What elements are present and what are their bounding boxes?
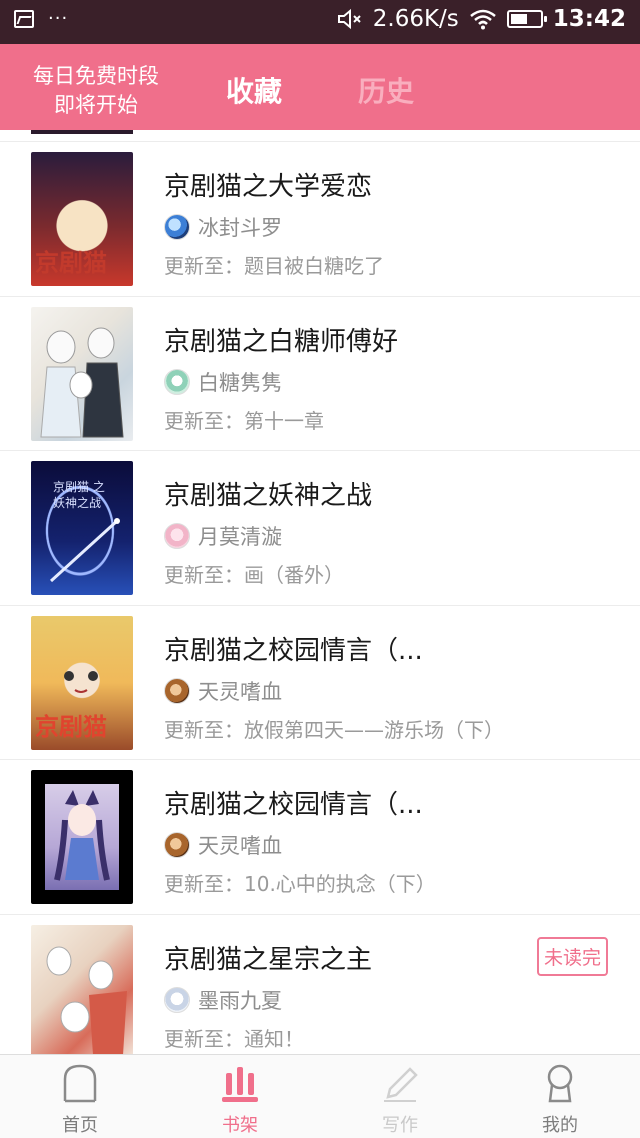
latest-update: 更新至：第十一章 [164, 408, 324, 433]
latest-update: 更新至：放假第四天——游乐场（下） [164, 717, 504, 742]
author-avatar [164, 368, 190, 395]
latest-update: 更新至：题目被白糖吃了 [164, 254, 384, 278]
promo-line-2: 即将开始 [54, 93, 138, 117]
book-cover: 京剧猫 [31, 615, 133, 750]
author-name: 月莫清漩 [198, 525, 282, 549]
list-item[interactable]: 京剧猫 京剧猫之大学爱恋 冰封斗罗 更新至：题目被白糖吃了 [0, 142, 640, 297]
network-speed: 2.66K/s [372, 6, 459, 32]
status-right: 2.66K/s 13:42 [337, 6, 626, 32]
nav-home-label: 首页 [62, 1115, 98, 1136]
unread-badge: 未读完 [536, 936, 608, 976]
nav-bookshelf[interactable]: 书架 [160, 1055, 320, 1138]
cover-title: 京剧猫 [35, 712, 107, 741]
nav-mine[interactable]: 我的 [480, 1055, 640, 1138]
status-left: ··· [14, 10, 68, 28]
cover-illustration [40, 327, 124, 437]
author-name: 白糖隽隽 [198, 370, 282, 395]
list-item[interactable]: 京剧猫之白糖师傅好 白糖隽隽 更新至：第十一章 [0, 297, 640, 451]
mute-icon [337, 8, 361, 30]
book-title: 京剧猫之白糖师傅好 [164, 326, 399, 357]
author-avatar [164, 523, 190, 549]
list-item-partial[interactable] [0, 130, 640, 142]
list-item[interactable]: 京剧猫之星宗之主 未读完 墨雨九夏 更新至：通知！ [0, 915, 640, 1054]
home-icon [63, 1064, 97, 1103]
nav-mine-label: 我的 [542, 1115, 578, 1136]
status-bar: ··· 2.66K/s 13:42 [0, 0, 640, 44]
clock: 13:42 [552, 6, 626, 32]
list-item[interactable]: 京剧猫 之 妖神之战 京剧猫之妖神之战 月莫清漩 更新至：画（番外） [0, 451, 640, 606]
cover-illustration [45, 784, 119, 890]
book-title: 京剧猫之星宗之主 [164, 944, 373, 975]
wifi-icon [469, 9, 496, 30]
book-cover: 京剧猫 [31, 152, 133, 286]
latest-update: 更新至：通知！ [164, 1026, 304, 1051]
author-row: 天灵嗜血 [164, 676, 282, 706]
pen-icon [384, 1067, 418, 1102]
free-time-promo[interactable]: 每日免费时段 即将开始 [22, 62, 170, 120]
more-notifications-icon: ··· [48, 8, 69, 29]
author-name: 墨雨九夏 [198, 988, 282, 1013]
latest-update: 更新至：10.心中的执念（下） [164, 872, 436, 896]
favorites-list: 京剧猫 京剧猫之大学爱恋 冰封斗罗 更新至：题目被白糖吃了 京剧猫之白糖师傅好 … [0, 130, 640, 1054]
cover-title: 京剧猫 [35, 249, 107, 277]
author-avatar [164, 677, 190, 704]
book-title: 京剧猫之大学爱恋 [164, 172, 373, 202]
book-title: 京剧猫之校园情言（... [164, 790, 423, 820]
author-row: 墨雨九夏 [164, 985, 282, 1015]
author-row: 冰封斗罗 [164, 212, 282, 242]
author-row: 天灵嗜血 [164, 830, 282, 860]
tab-history[interactable]: 历史 [358, 70, 414, 110]
book-title: 京剧猫之校园情言（... [164, 635, 423, 666]
profile-icon [547, 1064, 573, 1103]
promo-line-1: 每日免费时段 [33, 64, 159, 88]
book-cover [31, 770, 133, 904]
top-nav: 每日免费时段 即将开始 收藏 历史 [0, 44, 640, 130]
author-name: 天灵嗜血 [198, 679, 282, 704]
nav-bookshelf-label: 书架 [222, 1115, 258, 1136]
author-avatar [164, 214, 190, 240]
author-avatar [164, 986, 190, 1013]
tab-favorites[interactable]: 收藏 [226, 70, 282, 110]
author-row: 月莫清漩 [164, 521, 282, 551]
list-item[interactable]: 京剧猫 京剧猫之校园情言（... 天灵嗜血 更新至：放假第四天——游乐场（下） [0, 606, 640, 760]
list-item[interactable]: 京剧猫之校园情言（... 天灵嗜血 更新至：10.心中的执念（下） [0, 760, 640, 915]
cover-character [54, 790, 110, 881]
nav-home[interactable]: 首页 [0, 1055, 160, 1138]
latest-update: 更新至：画（番外） [164, 563, 344, 587]
author-name: 冰封斗罗 [198, 216, 282, 240]
book-title: 京剧猫之妖神之战 [164, 481, 373, 511]
cover-illustration [46, 946, 127, 1054]
book-cover [31, 924, 133, 1054]
author-name: 天灵嗜血 [198, 834, 282, 858]
image-notification-icon [14, 10, 34, 28]
nav-write-label: 写作 [382, 1115, 418, 1136]
book-cover: 京剧猫 之 妖神之战 [31, 461, 133, 595]
author-avatar [164, 832, 190, 858]
book-cover [31, 306, 133, 441]
bottom-nav: 首页 书架 写作 我的 [0, 1054, 640, 1138]
bookshelf-icon [222, 1067, 258, 1102]
author-row: 白糖隽隽 [164, 367, 282, 397]
battery-fill [510, 14, 527, 24]
cover-illustration [49, 518, 120, 583]
battery-icon [506, 10, 547, 28]
nav-write[interactable]: 写作 [320, 1055, 480, 1138]
